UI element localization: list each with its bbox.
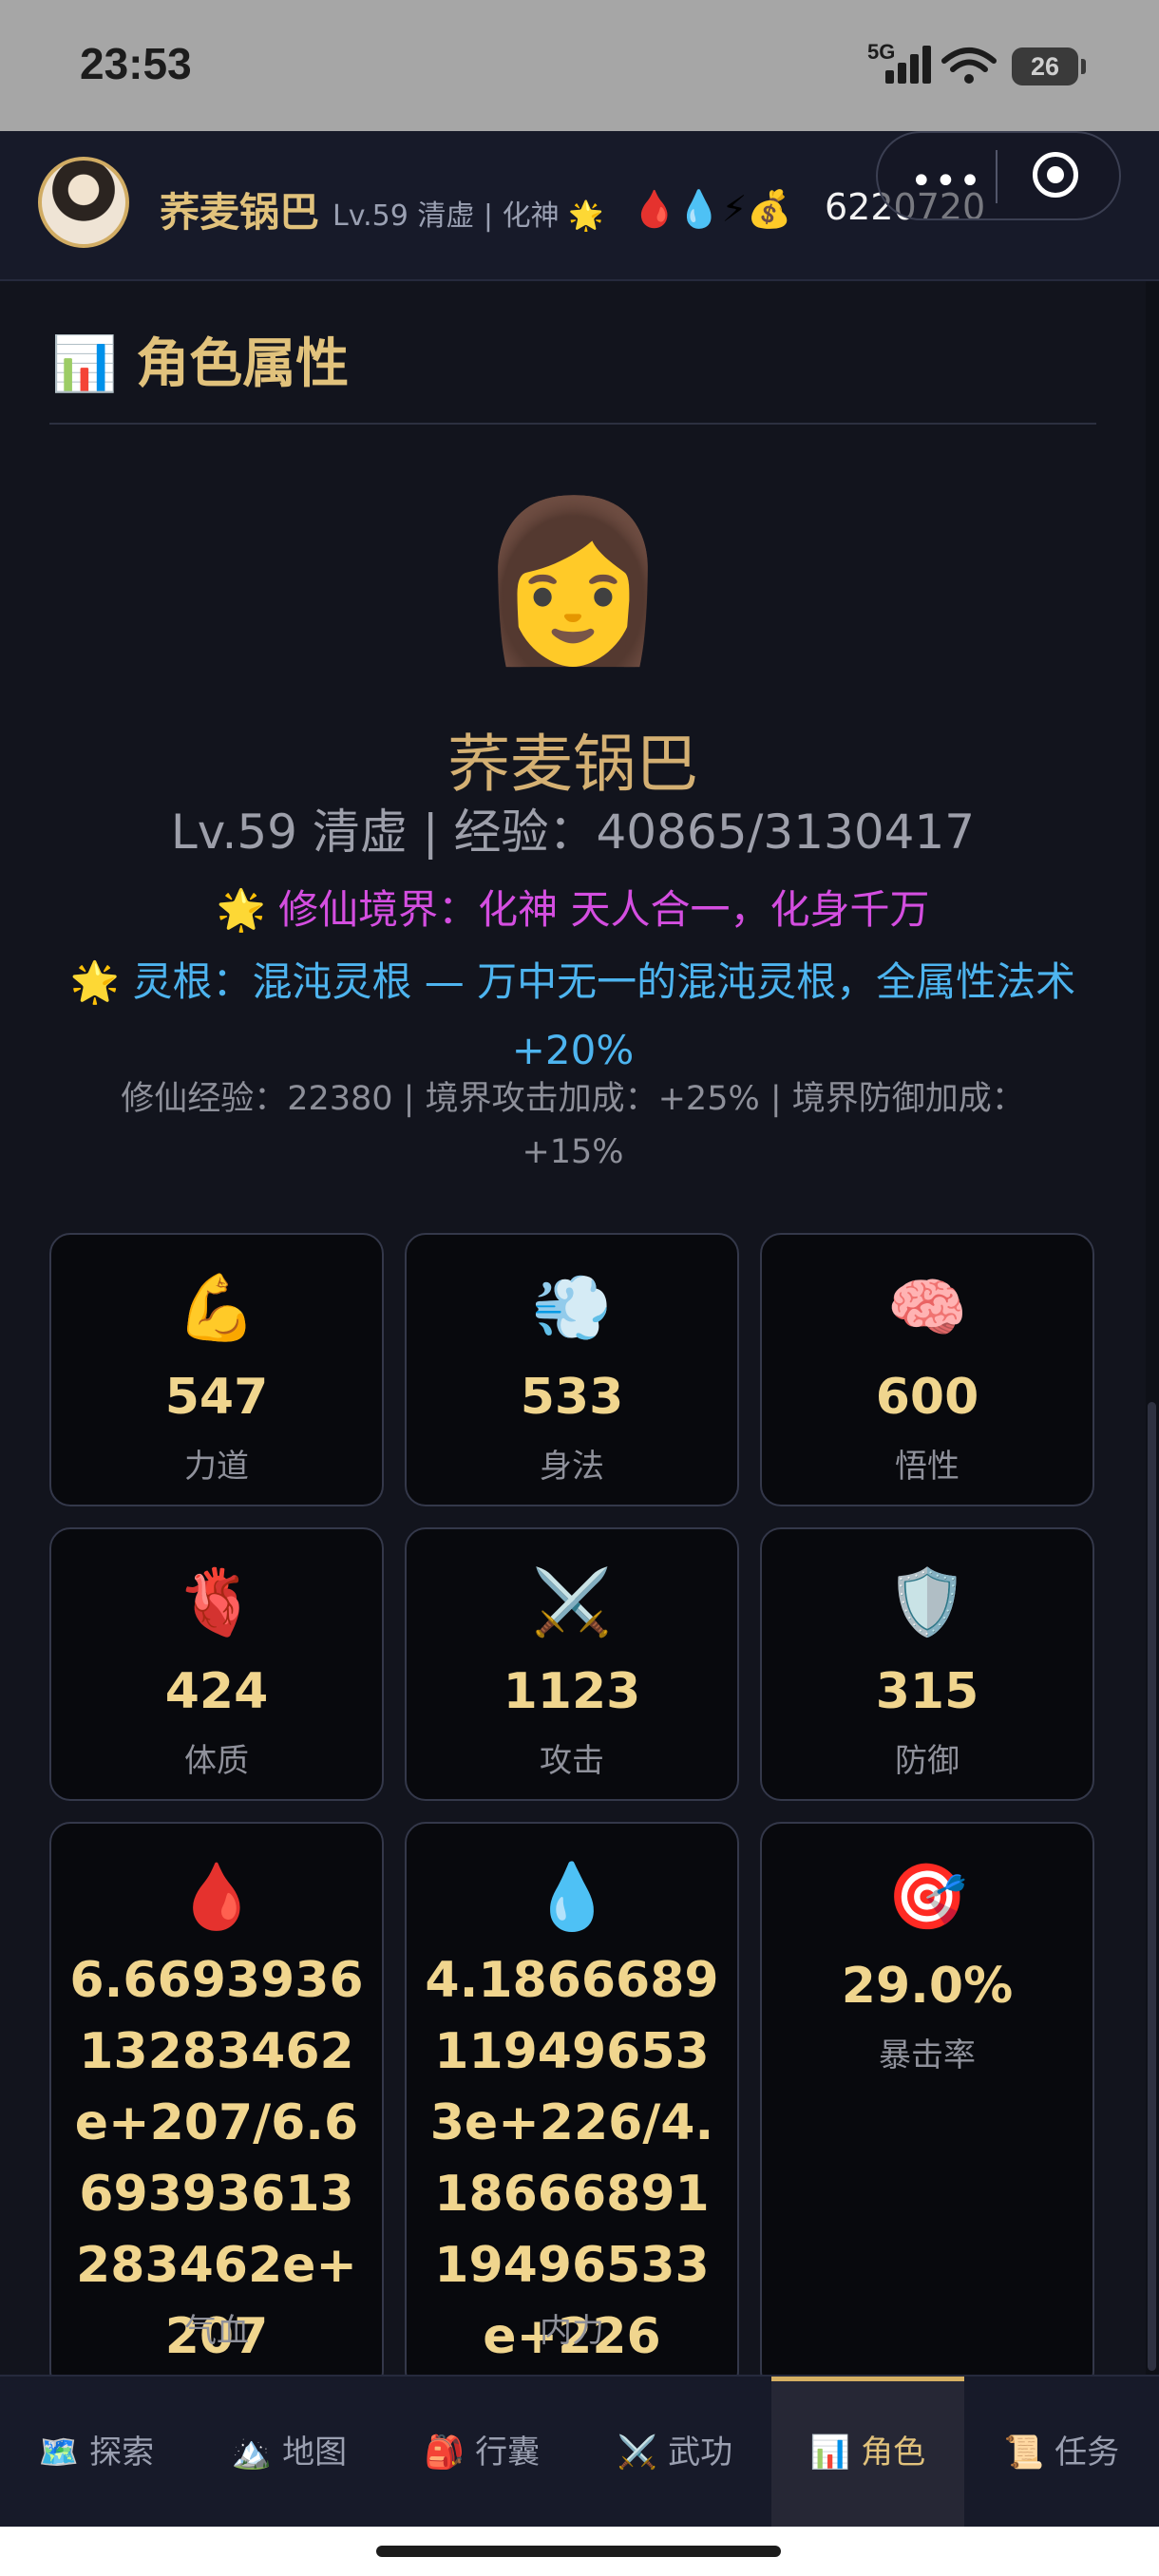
cultivation-realm: 🌟 修仙境界：化神 天人合一，化身千万 [216,886,930,933]
player-level: Lv.59 清虚 | 化神 🌟 [332,199,604,233]
stat-label: 攻击 [540,1742,604,1780]
stat-value: 547 [164,1369,269,1426]
defense-icon: 🛡️ [886,1565,968,1640]
scroll-thumb[interactable] [1148,1402,1156,2371]
nav-map[interactable]: 🏔️ 地图 [193,2377,386,2529]
target-icon: 🎯 [886,1860,968,1935]
stat-card-strength: 💪 547 力道 [49,1233,384,1506]
character-portrait-icon: 👩 [475,489,671,672]
signal-icon [885,46,935,84]
home-indicator[interactable] [376,2546,781,2557]
avatar[interactable] [38,157,129,248]
stat-value: 600 [875,1369,979,1426]
backpack-icon: 🎒 [424,2434,466,2472]
water-drop-icon: 💧 [531,1860,613,1935]
strength-icon: 💪 [176,1271,257,1346]
battery-icon: 26 [1012,47,1086,85]
nav-quests[interactable]: 📜 任务 [964,2377,1159,2529]
character-level: Lv.59 清虚 | 经验：40865/3130417 [170,805,976,860]
cultivation-info: 修仙经验：22380 | 境界攻击加成：+25% | 境界防御加成：+15% [121,1080,1025,1171]
stat-value: 29.0% [841,1958,1014,2015]
wifi-icon [941,47,997,84]
stat-label: 防御 [895,1742,960,1780]
chart-icon: 📊 [809,2434,851,2472]
swords-icon: ⚔️ [617,2434,658,2472]
attack-icon: ⚔️ [531,1565,613,1640]
title-divider [49,423,1096,425]
stat-label: 悟性 [895,1448,960,1486]
nav-label: 任务 [1054,2434,1120,2472]
stat-label: 身法 [540,1448,604,1486]
nav-character[interactable]: 📊 角色 [771,2377,964,2529]
stat-value: 315 [875,1663,979,1720]
character-name: 荞麦锅巴 [447,728,698,801]
character-panel: 📊 角色属性 👩 荞麦锅巴 Lv.59 清虚 | 经验：40865/313041… [0,281,1146,2375]
status-bar: 23:53 5G 26 [0,0,1159,131]
bottom-nav: 🗺️ 探索 🏔️ 地图 🎒 行囊 ⚔️ 武功 📊 角色 📜 任务 [0,2375,1159,2529]
stat-card-agility: 💨 533 身法 [405,1233,739,1506]
nav-label: 武功 [668,2434,733,2472]
stat-label: 内力 [540,2312,604,2350]
status-time: 23:53 [80,39,192,88]
stat-card-defense: 🛡️ 315 防御 [760,1527,1094,1801]
nav-skills[interactable]: ⚔️ 武功 [579,2377,771,2529]
more-dots-icon[interactable]: ••• [910,160,983,203]
stat-label: 暴击率 [879,2036,976,2074]
agility-icon: 💨 [531,1271,613,1346]
insight-icon: 🧠 [886,1271,968,1346]
stat-label: 气血 [184,2312,249,2350]
constitution-icon: 🫀 [176,1565,257,1640]
nav-label: 角色 [861,2434,926,2472]
nav-explore[interactable]: 🗺️ 探索 [0,2377,193,2529]
capsule-menu: ••• [876,131,1121,220]
blood-drop-icon: 🩸 [176,1860,257,1935]
stat-label: 力道 [184,1448,249,1486]
stat-value: 533 [520,1369,624,1426]
nav-label: 行囊 [475,2434,541,2472]
scrollbar[interactable] [1146,281,1159,2375]
map-icon: 🗺️ [38,2434,80,2472]
header-stat-icons: 🩸💧⚡💰 [632,188,792,230]
stat-card-hp: 🩸 6.669393613283462e+207/6.6693936132834… [49,1822,384,2375]
spirit-root: 🌟 灵根：混沌灵根 — 万中无一的混沌灵根，全属性法术+20% [69,958,1076,1073]
stat-label: 体质 [184,1742,249,1780]
section-title: 📊 角色属性 [51,333,350,395]
stat-value: 424 [164,1663,269,1720]
mountain-icon: 🏔️ [231,2434,273,2472]
capsule-divider [996,150,998,203]
scroll-icon: 📜 [1003,2434,1045,2472]
nav-label: 地图 [282,2434,348,2472]
stat-card-attack: ⚔️ 1123 攻击 [405,1527,739,1801]
nav-inventory[interactable]: 🎒 行囊 [386,2377,579,2529]
nav-label: 探索 [89,2434,155,2472]
stat-card-crit: 🎯 29.0% 暴击率 [760,1822,1094,2375]
stat-card-mp: 💧 4.1866689119496533e+226/4.186668911949… [405,1822,739,2375]
stat-value: 1123 [503,1663,641,1720]
player-name: 荞麦锅巴 [160,189,320,236]
stat-card-insight: 🧠 600 悟性 [760,1233,1094,1506]
close-target-icon[interactable] [1033,152,1078,198]
stat-card-constitution: 🫀 424 体质 [49,1527,384,1801]
